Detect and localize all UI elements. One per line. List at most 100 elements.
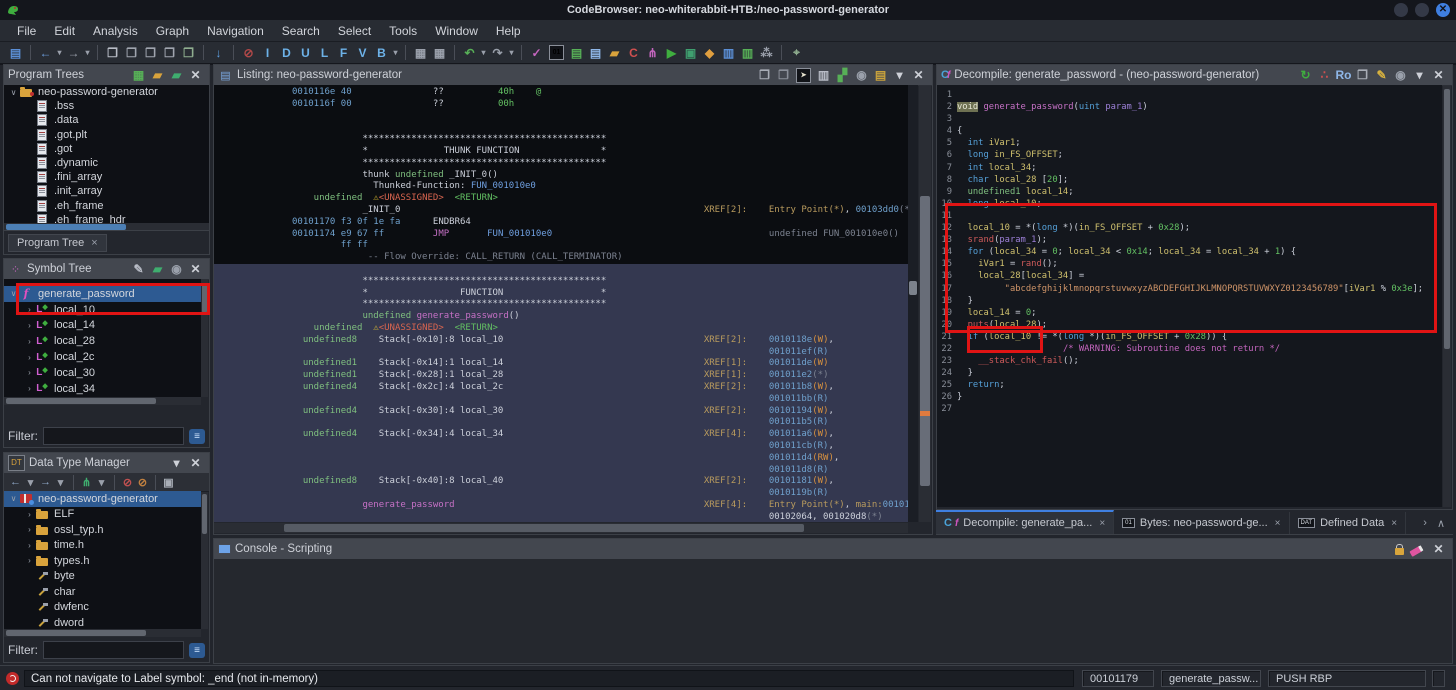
listing-row[interactable]: 00102064, 001020d8(*) [214,512,908,522]
expander-icon[interactable]: › [24,337,35,346]
listing-row[interactable]: 001011bb(R) [214,394,908,406]
script-manager-icon[interactable]: ▤ [567,46,586,60]
forward-dropdown-icon[interactable]: ▾ [83,48,92,57]
tab-close-icon[interactable]: × [91,237,97,249]
code-line-24[interactable]: 24 } [937,367,1442,379]
expander-icon[interactable]: › [24,305,35,314]
data-types-icon[interactable]: ▰ [605,46,624,60]
code-line-16[interactable]: 16 local_28[local_34] = [937,270,1442,282]
plugin-icon[interactable]: ⌖ [787,45,806,60]
tree-item-generate_password[interactable]: ∨fgenerate_password [4,286,201,302]
listing-row[interactable]: 001011d4(RW), [214,453,908,465]
symbol-tree-hscrollbar[interactable] [4,397,201,405]
expander-icon[interactable]: › [24,525,35,534]
menu-search[interactable]: Search [273,22,329,40]
tree-item-.bss[interactable]: .bss [4,99,209,113]
listing-row[interactable]: 0010116e 40 ?? 40h @ [214,87,908,99]
code-line-21[interactable]: 21 if (local_10 != *(long *)(in_FS_OFFSE… [937,331,1442,343]
decompile-header[interactable]: Cf Decompile: generate_password - (neo-p… [937,65,1452,86]
tree-item-neo-password-generator[interactable]: ∨neo-password-generator [4,85,209,99]
listing-row[interactable]: 0010116f 00 ?? 00h [214,99,908,111]
code-line-5[interactable]: 5 int iVar1; [937,137,1442,149]
listing-row[interactable]: ****************************************… [214,158,908,170]
redo-icon[interactable]: ↷ [488,46,507,60]
dtm-filter-input[interactable] [43,641,184,659]
filter-pointers-icon[interactable]: ⊘ [135,476,150,489]
back-icon[interactable]: ← [8,476,23,488]
decompile-content[interactable]: 12void generate_password(uint param_1)34… [937,85,1442,507]
code-line-6[interactable]: 6 long in_FS_OFFSET; [937,149,1442,161]
dropdown-icon[interactable]: ▾ [167,456,186,470]
listing-row[interactable]: 001011cb(R), [214,441,908,453]
validate-icon[interactable]: ✓ [527,46,546,60]
code-line-10[interactable]: 10 long local_10; [937,198,1442,210]
symbol-tree-header[interactable]: ⁘ Symbol Tree ✎▰◉✕ [4,259,209,280]
function-graph-icon[interactable]: ⋔ [643,46,662,60]
close-icon[interactable]: ✕ [909,68,928,83]
code-line-25[interactable]: 25 return; [937,379,1442,391]
tab-defined-data[interactable]: DATDefined Data× [1290,512,1407,534]
tree-item-types.h[interactable]: ›types.h [4,553,201,569]
tree-item-ossl_typ.h[interactable]: ›ossl_typ.h [4,522,201,538]
listing-row[interactable]: -- Flow Override: CALL_RETURN (CALL_TERM… [214,252,908,264]
close-window-button[interactable]: ✕ [1436,3,1450,17]
code-line-11[interactable]: 11 [937,210,1442,222]
tree-item-.fini_array[interactable]: .fini_array [4,170,209,184]
forward-icon[interactable]: → [38,476,53,488]
undo-icon[interactable]: ↶ [460,46,479,60]
listing-row[interactable]: 001011d8(R) [214,465,908,477]
undo-dropdown-icon[interactable]: ▾ [479,48,488,57]
expander-icon[interactable]: › [24,384,35,393]
listing-row[interactable]: 001011ef(R) [214,347,908,359]
run-script-icon[interactable]: ▶ [662,46,681,60]
code-line-14[interactable]: 14 for (local_34 = 0; local_34 < 0x14; l… [937,246,1442,258]
letter-l-icon[interactable]: L [315,46,334,60]
window-add-icon[interactable]: ▥ [738,46,757,60]
expander-icon[interactable]: ∨ [8,88,19,97]
bytes-view-icon[interactable]: 01 [549,45,564,60]
tree-item-.dynamic[interactable]: .dynamic [4,156,209,170]
menu-graph[interactable]: Graph [147,22,198,40]
call-tree-icon[interactable]: ⁂ [757,46,776,60]
page-clock-icon[interactable]: ❐ [179,46,198,60]
tree-item-char[interactable]: char [4,584,201,600]
expander-icon[interactable]: › [24,510,35,519]
tab-close-icon[interactable]: × [1099,518,1105,529]
close-icon[interactable]: ✕ [186,456,205,470]
listing-row[interactable]: undefined ⚠<UNASSIGNED> <RETURN> [214,323,908,335]
close-icon[interactable]: ✕ [1429,68,1448,82]
letter-u-icon[interactable]: U [296,46,315,60]
console-output[interactable] [214,559,1452,663]
tab-bytes-neo-password-ge-[interactable]: 01Bytes: neo-password-ge...× [1114,512,1289,534]
minimize-button[interactable] [1394,3,1408,17]
listing-row[interactable]: Thunked-Function: FUN_001010e0 [214,181,908,193]
listing-row[interactable]: ****************************************… [214,134,908,146]
close-icon[interactable]: ✕ [1429,542,1448,556]
code-line-23[interactable]: 23 __stack_chk_fail(); [937,355,1442,367]
forward-dropdown-icon[interactable]: ▾ [53,476,68,489]
filter-arrays-icon[interactable]: ⊘ [120,476,135,489]
data-type-manager-header[interactable]: DT Data Type Manager ▾✕ [4,453,209,474]
maximize-button[interactable] [1415,3,1429,17]
preview-icon[interactable]: ▣ [161,476,176,489]
tab-decompile-generate-pa-[interactable]: CfDecompile: generate_pa...× [936,510,1114,534]
code-line-15[interactable]: 15 iVar1 = rand(); [937,258,1442,270]
menu-file[interactable]: File [8,22,45,40]
code-line-4[interactable]: 4{ [937,125,1442,137]
tree-item-neo-password-generator[interactable]: ∨neo-password-generator [4,491,201,507]
tree-icon[interactable]: ⋔ [79,476,94,489]
menu-select[interactable]: Select [329,22,380,40]
listing-row[interactable]: undefined generate_password() [214,311,908,323]
listing-header[interactable]: ▤ Listing: neo-password-generator ❐❐➤▥▞◉… [214,65,932,86]
code-line-27[interactable]: 27 [937,403,1442,415]
expander-icon[interactable]: › [24,541,35,550]
listing-hscrollbar[interactable] [214,523,908,533]
tree-item-time.h[interactable]: ›time.h [4,538,201,554]
menu-analysis[interactable]: Analysis [84,22,147,40]
defined-strings-icon[interactable]: ▣ [681,46,700,60]
code-line-20[interactable]: 20 puts(local_28); [937,319,1442,331]
code-line-13[interactable]: 13 srand(param_1); [937,234,1442,246]
go-down-icon[interactable]: ↓ [209,46,228,60]
margin-options-icon[interactable]: ▤ [871,68,890,83]
back-icon[interactable]: ← [36,46,55,60]
